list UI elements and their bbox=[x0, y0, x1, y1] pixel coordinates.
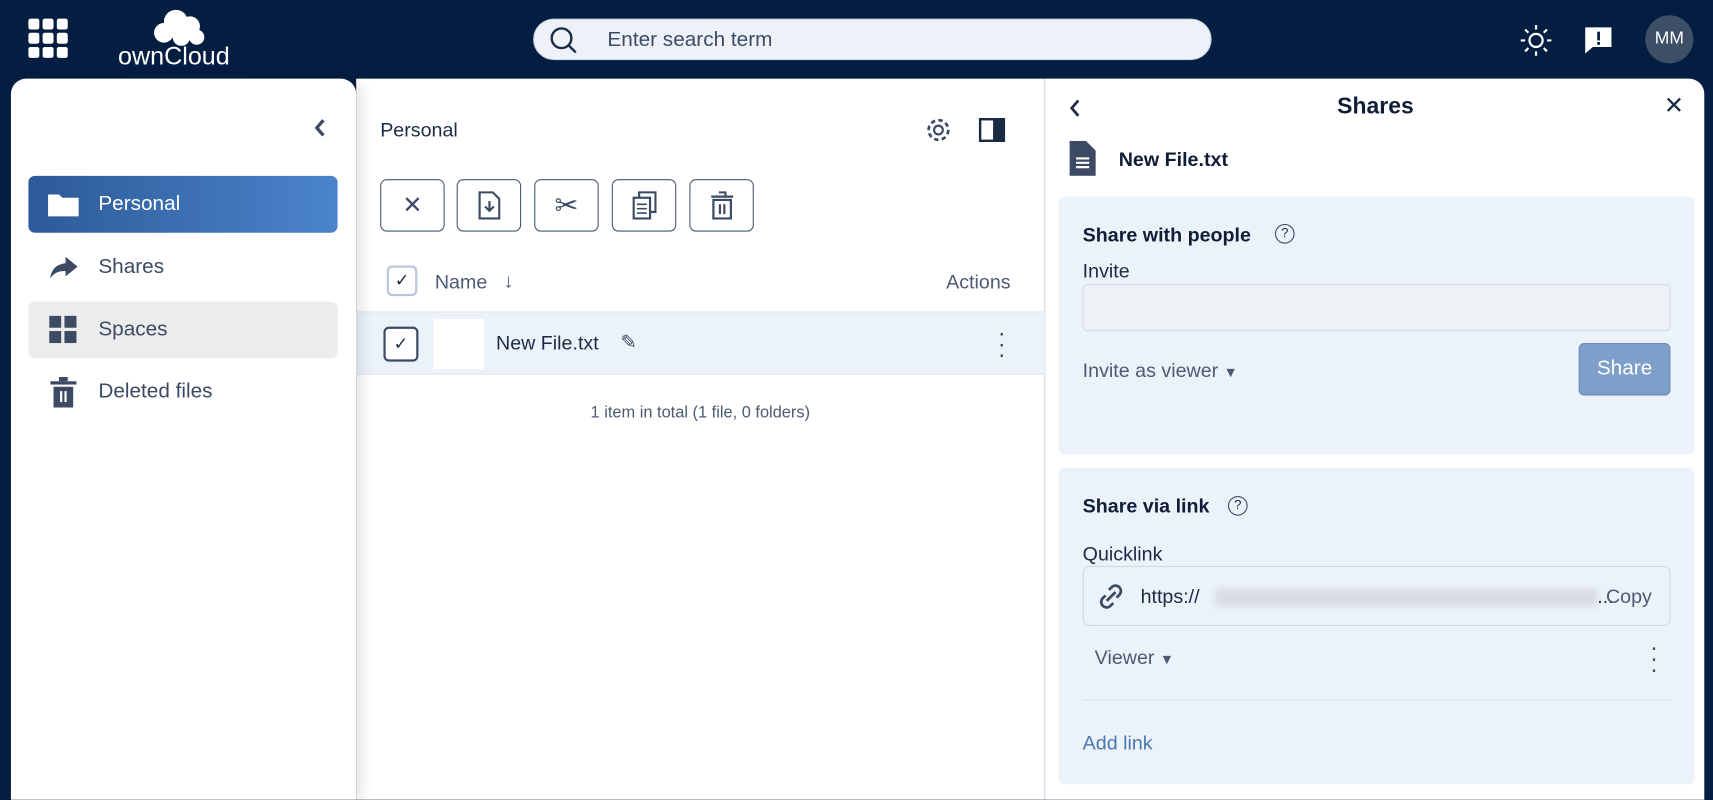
panel-title: Shares bbox=[1337, 93, 1414, 120]
trash-icon bbox=[710, 191, 733, 220]
rename-pencil-icon[interactable]: ✎ bbox=[621, 331, 637, 354]
collapse-sidebar-icon[interactable] bbox=[312, 118, 327, 138]
share-button[interactable]: Share bbox=[1578, 343, 1671, 396]
file-thumbnail bbox=[433, 319, 484, 370]
sidebar-item-shares[interactable]: Shares bbox=[28, 239, 337, 296]
share-with-people-section: Share with people ? Invite Invite as vie… bbox=[1058, 196, 1695, 455]
invite-role-dropdown[interactable]: Invite as viewer ▼ bbox=[1083, 359, 1238, 382]
file-name[interactable]: New File.txt bbox=[496, 332, 599, 355]
copy-icon bbox=[632, 191, 657, 220]
text-file-icon bbox=[1069, 140, 1096, 176]
link-more-actions-icon[interactable]: · · · bbox=[1649, 635, 1660, 681]
cut-button[interactable]: ✂ bbox=[534, 179, 599, 232]
app-grid-icon[interactable] bbox=[28, 18, 68, 58]
divider bbox=[1082, 699, 1671, 701]
check-icon: ✓ bbox=[394, 272, 410, 291]
download-icon bbox=[477, 191, 500, 220]
caret-down-icon: ▼ bbox=[1223, 363, 1238, 381]
spaces-grid-icon bbox=[28, 315, 98, 344]
scissors-icon: ✂ bbox=[554, 188, 579, 222]
shares-panel: Shares ✕ New File.txt Share with people … bbox=[1044, 78, 1705, 800]
blurred-url bbox=[1214, 588, 1598, 607]
help-icon[interactable]: ? bbox=[1274, 223, 1295, 244]
quicklink-url: https:// bbox=[1140, 585, 1200, 608]
check-icon: ✓ bbox=[393, 335, 409, 354]
delete-button[interactable] bbox=[689, 179, 754, 232]
share-via-link-section: Share via link ? Quicklink https:// ... … bbox=[1058, 467, 1695, 785]
search-input[interactable]: Enter search term bbox=[533, 18, 1212, 61]
sidebar: Personal Shares Spaces Deleted files bbox=[10, 78, 357, 800]
add-link-button[interactable]: Add link bbox=[1083, 732, 1153, 755]
sort-arrow-down-icon[interactable]: ↓ bbox=[504, 270, 514, 293]
quicklink-field: https:// ... Copy bbox=[1082, 565, 1671, 627]
close-icon: ✕ bbox=[402, 191, 423, 219]
row-checkbox[interactable]: ✓ bbox=[383, 326, 419, 362]
sidebar-item-personal[interactable]: Personal bbox=[28, 175, 338, 233]
copy-link-button[interactable]: Copy bbox=[1606, 586, 1652, 609]
sidebar-item-spaces[interactable]: Spaces bbox=[28, 301, 338, 359]
close-icon[interactable]: ✕ bbox=[1664, 92, 1684, 120]
invite-input[interactable] bbox=[1082, 284, 1671, 332]
column-header-name[interactable]: Name bbox=[435, 271, 487, 294]
search-icon bbox=[550, 27, 577, 54]
column-header-actions: Actions bbox=[946, 270, 1011, 293]
share-with-people-heading: Share with people bbox=[1082, 223, 1251, 246]
gear-icon[interactable] bbox=[924, 116, 952, 144]
sun-icon[interactable] bbox=[1520, 24, 1553, 57]
top-bar: ownCloud Enter search term MM bbox=[0, 0, 1713, 79]
table-row[interactable]: ✓ New File.txt ✎ · · · bbox=[356, 311, 1045, 375]
feedback-icon[interactable] bbox=[1584, 26, 1612, 54]
link-icon bbox=[1099, 584, 1123, 609]
download-button[interactable] bbox=[456, 179, 522, 232]
breadcrumb[interactable]: Personal bbox=[380, 119, 458, 142]
trash-icon bbox=[28, 376, 98, 408]
sidebar-item-deleted-files[interactable]: Deleted files bbox=[28, 364, 337, 421]
copy-button[interactable] bbox=[611, 179, 677, 232]
quicklink-label: Quicklink bbox=[1082, 542, 1163, 565]
select-all-checkbox[interactable]: ✓ bbox=[386, 265, 418, 297]
panel-file-name: New File.txt bbox=[1118, 148, 1229, 171]
help-icon[interactable]: ? bbox=[1227, 495, 1248, 516]
more-actions-icon[interactable]: · · · bbox=[996, 321, 1007, 367]
item-count: 1 item in total (1 file, 0 folders) bbox=[590, 403, 811, 422]
share-via-link-heading: Share via link bbox=[1082, 494, 1210, 517]
clear-selection-button[interactable]: ✕ bbox=[380, 179, 445, 232]
avatar[interactable]: MM bbox=[1645, 15, 1694, 64]
file-list: Personal ✕ ✂ ✓ Name ↓ Actions ✓ New File… bbox=[356, 78, 1045, 800]
folder-icon bbox=[28, 191, 98, 217]
sidebar-toggle-icon[interactable] bbox=[978, 117, 1006, 143]
owncloud-logo[interactable]: ownCloud bbox=[116, 7, 243, 70]
link-role-dropdown[interactable]: Viewer ▼ bbox=[1095, 647, 1174, 670]
share-icon bbox=[28, 255, 98, 281]
caret-down-icon: ▼ bbox=[1159, 651, 1174, 668]
invite-label: Invite bbox=[1082, 260, 1130, 282]
